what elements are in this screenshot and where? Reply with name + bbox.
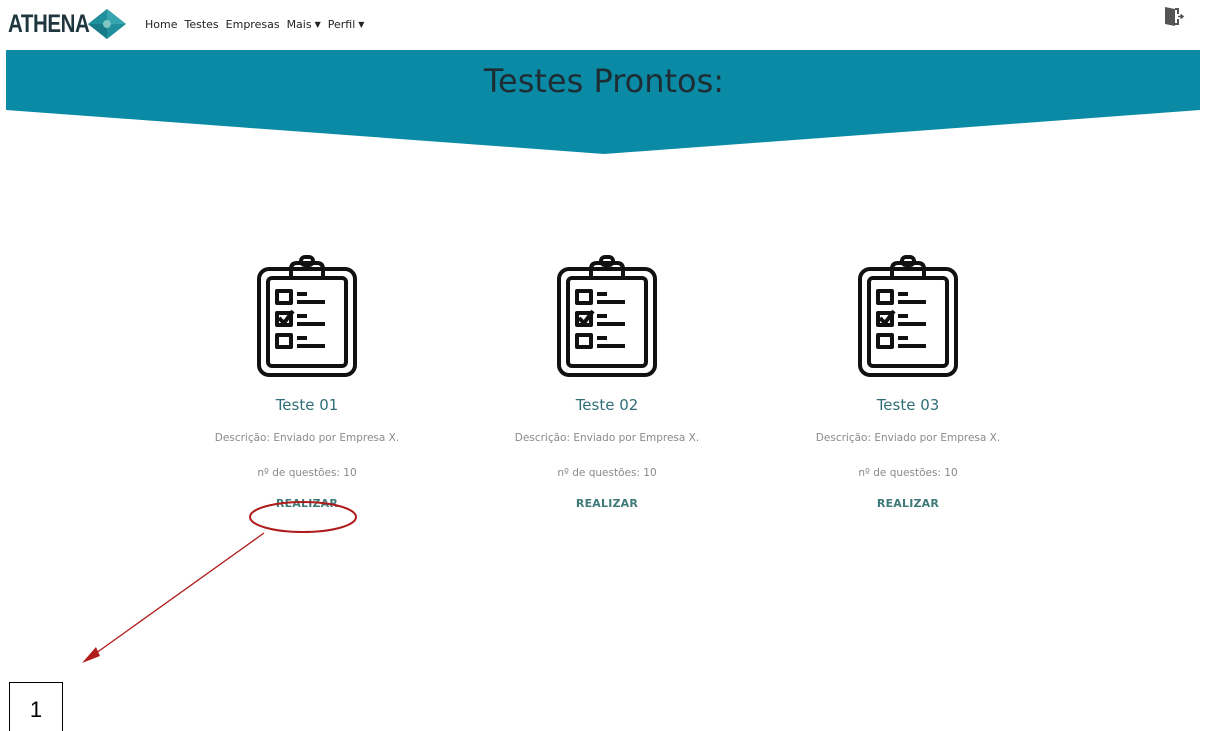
logout-door-icon[interactable] — [1163, 5, 1185, 27]
nav-mais-dropdown[interactable]: Mais ▼ — [287, 18, 321, 31]
nav-testes-label: Testes — [184, 18, 219, 31]
test-card-2: Teste 02 Descrição: Enviado por Empresa … — [492, 255, 722, 511]
brand-name: ATHENA — [8, 9, 90, 38]
realizar-button-1[interactable]: REALIZAR — [276, 497, 338, 510]
annotation-arrow-line — [91, 532, 265, 657]
nav-empresas[interactable]: Empresas — [226, 18, 280, 31]
annotation-number-box: 1 — [9, 682, 63, 731]
page-title: Testes Prontos: — [483, 62, 725, 100]
card-question-count: nº de questões: 10 — [557, 467, 657, 479]
nav-testes[interactable]: Testes — [184, 18, 218, 31]
hero-banner: Testes Prontos: — [0, 50, 1208, 160]
brand[interactable]: ATHENA — [8, 8, 126, 40]
card-question-count: nº de questões: 10 — [257, 467, 357, 479]
nav-home-label: Home — [145, 18, 178, 31]
clipboard-checklist-icon — [858, 255, 958, 377]
card-description: Descrição: Enviado por Empresa X. — [514, 432, 700, 444]
clipboard-checklist-icon — [257, 255, 357, 377]
card-question-count: nº de questões: 10 — [858, 467, 958, 479]
card-description: Descrição: Enviado por Empresa X. — [214, 432, 400, 444]
realizar-button-3[interactable]: REALIZAR — [877, 497, 939, 510]
nav-mais-label: Mais — [286, 18, 312, 31]
card-description: Descrição: Enviado por Empresa X. — [815, 432, 1001, 444]
annotation-arrow-head — [82, 647, 100, 663]
navbar: ATHENA Home Testes Empresas Mais ▼ Perfil… — [0, 0, 1208, 50]
nav-links: Home Testes Empresas Mais ▼ Perfil ▼ — [145, 18, 364, 31]
realizar-button-2[interactable]: REALIZAR — [576, 497, 638, 510]
card-title: Teste 01 — [275, 396, 339, 414]
nav-empresas-label: Empresas — [225, 18, 280, 31]
nav-perfil-dropdown[interactable]: Perfil ▼ — [328, 18, 365, 31]
nav-perfil-label: Perfil — [327, 18, 356, 31]
card-title: Teste 02 — [575, 396, 639, 414]
caret-down-icon: ▼ — [358, 20, 365, 29]
clipboard-checklist-icon — [557, 255, 657, 377]
diamond-logo-icon — [88, 9, 126, 39]
test-card-1: Teste 01 Descrição: Enviado por Empresa … — [192, 255, 422, 511]
card-title: Teste 03 — [876, 396, 940, 414]
nav-home[interactable]: Home — [145, 18, 177, 31]
test-card-3: Teste 03 Descrição: Enviado por Empresa … — [793, 255, 1023, 511]
caret-down-icon: ▼ — [314, 20, 321, 29]
